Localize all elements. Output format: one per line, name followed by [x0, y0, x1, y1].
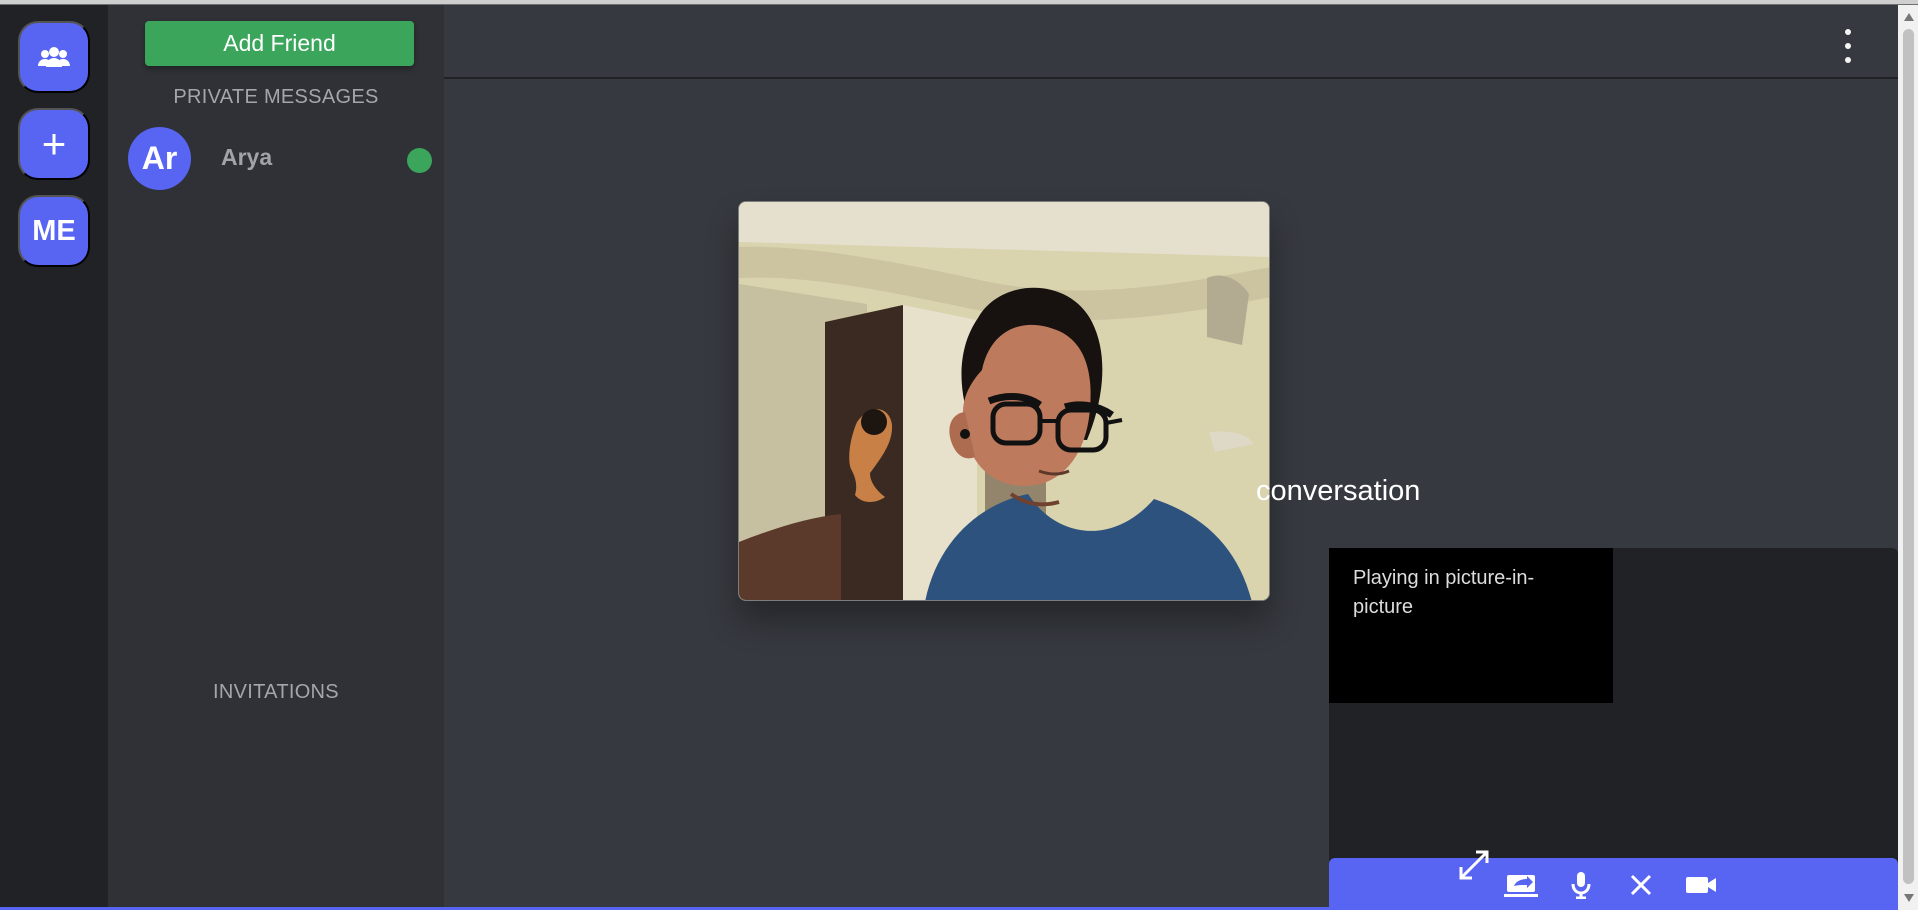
conversation-placeholder-text: conversation — [1256, 475, 1421, 507]
expand-call-button[interactable] — [1457, 848, 1491, 882]
chat-app-window: + ME Add Friend PRIVATE MESSAGES Ar Arya… — [0, 0, 1918, 910]
share-screen-button[interactable] — [1502, 871, 1540, 899]
menu-dot-icon — [1845, 43, 1851, 49]
camera-icon — [1686, 877, 1716, 893]
microphone-button[interactable] — [1562, 871, 1600, 899]
friends-button[interactable] — [18, 21, 90, 93]
scrollbar-thumb[interactable] — [1903, 29, 1914, 884]
plus-icon: + — [41, 120, 67, 167]
add-friend-button[interactable]: Add Friend — [145, 21, 414, 66]
microphone-icon — [1571, 872, 1591, 899]
local-video-preview[interactable] — [738, 201, 1270, 601]
profile-me-button[interactable]: ME — [18, 195, 90, 267]
friend-list-item[interactable]: Ar Arya — [128, 127, 444, 191]
private-messages-sidebar: Add Friend PRIVATE MESSAGES Ar Arya INVI… — [108, 5, 444, 910]
share-screen-icon — [1504, 875, 1538, 897]
close-call-button[interactable] — [1622, 871, 1660, 899]
page-scrollbar[interactable] — [1898, 5, 1918, 910]
conversation-main-panel: conversation Playing in picture-in-pictu… — [444, 5, 1898, 910]
add-server-button[interactable]: + — [18, 108, 90, 180]
online-status-indicator — [407, 148, 432, 173]
invitations-heading: INVITATIONS — [213, 681, 339, 703]
friend-name: Arya — [221, 144, 273, 170]
private-messages-heading: PRIVATE MESSAGES — [173, 86, 379, 108]
people-icon — [38, 47, 70, 67]
call-panel: Playing in picture-in-picture — [1329, 548, 1898, 910]
scroll-down-arrow-icon[interactable] — [1904, 894, 1914, 902]
more-options-button[interactable] — [1839, 29, 1857, 63]
camera-button[interactable] — [1682, 871, 1720, 899]
expand-icon — [1459, 850, 1489, 880]
conversation-toolbar — [444, 5, 1898, 79]
server-rail: + ME — [0, 5, 108, 910]
close-icon — [1630, 874, 1652, 896]
menu-dot-icon — [1845, 29, 1851, 35]
picture-in-picture-status: Playing in picture-in-picture — [1329, 548, 1613, 703]
me-label: ME — [32, 214, 76, 247]
avatar: Ar — [128, 127, 191, 190]
webcam-person-image — [739, 202, 1269, 600]
scroll-up-arrow-icon[interactable] — [1904, 13, 1914, 21]
call-control-bar — [1329, 858, 1898, 910]
menu-dot-icon — [1845, 57, 1851, 63]
